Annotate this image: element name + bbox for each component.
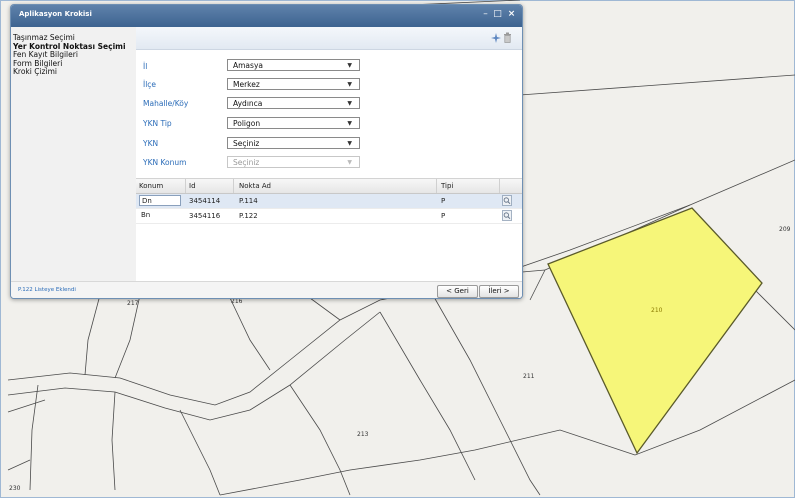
parcel-label-210: 210 (651, 307, 663, 314)
chevron-down-icon: ▼ (347, 159, 352, 166)
ykn-grid: Konum Id Nokta Ad Tipi Dn 3454114 P.114 … (136, 178, 522, 224)
back-button[interactable]: < Geri (437, 285, 478, 298)
ykn-value: Seçiniz (233, 139, 260, 148)
window-title: Aplikasyon Krokisi (19, 10, 92, 18)
il-label: İl (143, 62, 148, 71)
mahalle-koy-label: Mahalle/Köy (143, 99, 189, 108)
row-id: 3454116 (189, 212, 221, 220)
aplikasyon-krokisi-window: Aplikasyon Krokisi – □ × Taşınmaz Seçimi… (10, 4, 523, 299)
row-tipi: P (441, 197, 446, 205)
chevron-down-icon: ▼ (347, 62, 352, 69)
il-value: Amasya (233, 61, 263, 70)
status-message: P.122 Listeye Eklendi (18, 287, 76, 293)
row-tipi: P (441, 212, 446, 220)
maximize-icon[interactable]: □ (491, 8, 504, 20)
wizard-content: İl Amasya ▼ İlçe Merkez ▼ Mahalle/Köy Ay… (136, 27, 522, 282)
parcel-label-217: 217 (127, 300, 139, 307)
row-nokta-ad: P.122 (239, 212, 258, 220)
ykn-konum-label: YKN Konum (143, 158, 187, 167)
ykn-tip-value: Poligon (233, 119, 261, 128)
ykn-tip-label: YKN Tip (143, 119, 172, 128)
ykn-konum-value: Seçiniz (233, 158, 260, 167)
ykn-label: YKN (143, 139, 159, 148)
mahalle-koy-select[interactable]: Aydınca ▼ (227, 97, 360, 109)
chevron-down-icon: ▼ (347, 81, 352, 88)
column-header-id[interactable]: Id (189, 182, 196, 190)
toolbar (136, 27, 522, 50)
trash-icon[interactable] (503, 32, 512, 43)
window-titlebar[interactable]: Aplikasyon Krokisi – □ × (11, 5, 522, 27)
column-header-nokta-ad[interactable]: Nokta Ad (239, 182, 271, 190)
ykn-select[interactable]: Seçiniz ▼ (227, 137, 360, 149)
il-select[interactable]: Amasya ▼ (227, 59, 360, 71)
zoom-to-point-icon[interactable] (502, 195, 512, 206)
zoom-to-point-icon[interactable] (502, 210, 512, 221)
grid-header: Konum Id Nokta Ad Tipi (136, 178, 522, 194)
mahalle-koy-value: Aydınca (233, 99, 263, 108)
chevron-down-icon: ▼ (347, 140, 352, 147)
ilce-label: İlçe (143, 80, 157, 89)
chevron-down-icon: ▼ (347, 120, 352, 127)
next-button[interactable]: İleri > (479, 285, 519, 298)
column-divider (185, 179, 186, 193)
row-konum[interactable]: Bn (139, 210, 181, 221)
ilce-value: Merkez (233, 80, 260, 89)
column-divider (436, 179, 437, 193)
parcel-label-230: 230 (9, 485, 21, 492)
column-divider (499, 179, 500, 193)
column-header-konum[interactable]: Konum (139, 182, 163, 190)
parcel-label-209: 209 (779, 226, 791, 233)
column-divider (233, 179, 234, 193)
ykn-konum-select: Seçiniz ▼ (227, 156, 360, 168)
parcel-label-211: 211 (523, 373, 535, 380)
chevron-down-icon: ▼ (347, 100, 352, 107)
table-row[interactable]: Bn 3454116 P.122 P (136, 209, 522, 224)
status-bar: P.122 Listeye Eklendi < Geri İleri > (11, 281, 522, 298)
row-nokta-ad: P.114 (239, 197, 258, 205)
parcel-label-213: 213 (357, 431, 369, 438)
parcel-label-216: 216 (231, 298, 243, 305)
close-icon[interactable]: × (505, 8, 518, 20)
row-konum[interactable]: Dn (139, 195, 181, 206)
ykn-tip-select[interactable]: Poligon ▼ (227, 117, 360, 129)
ilce-select[interactable]: Merkez ▼ (227, 78, 360, 90)
sidebar-item-kroki-cizimi[interactable]: Kroki Çizimi (11, 67, 136, 77)
table-row[interactable]: Dn 3454114 P.114 P (136, 194, 522, 209)
column-header-tipi[interactable]: Tipi (441, 182, 453, 190)
row-id: 3454114 (189, 197, 221, 205)
wizard-sidebar: Taşınmaz Seçimi Yer Kontrol Noktası Seçi… (11, 27, 137, 282)
add-point-icon[interactable] (491, 33, 501, 43)
